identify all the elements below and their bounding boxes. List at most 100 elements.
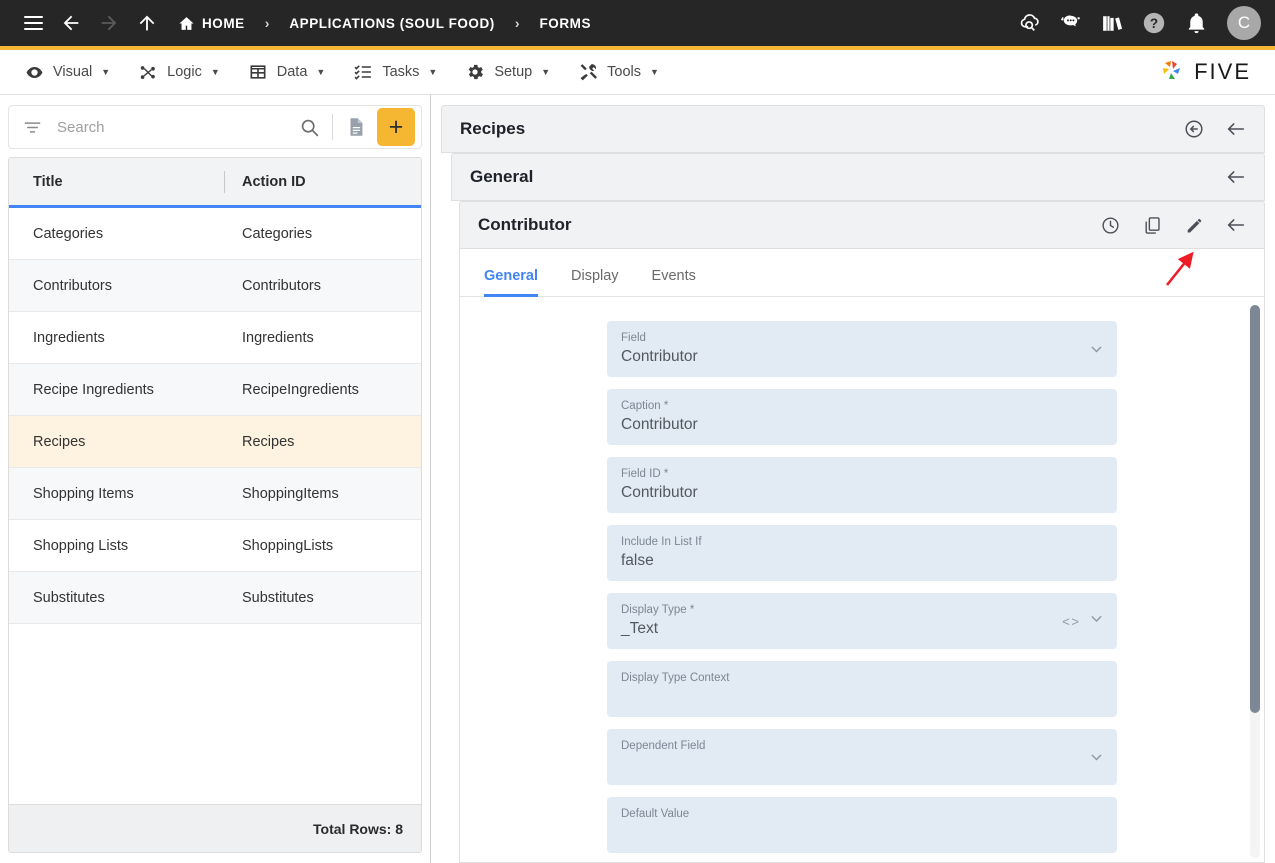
breadcrumb: HOME › APPLICATIONS (SOUL FOOD) › FORMS xyxy=(172,11,597,36)
table-row[interactable]: Contributors Contributors xyxy=(9,260,421,312)
copy-icon[interactable] xyxy=(1132,206,1172,244)
grid-footer-total-rows: Total Rows: 8 xyxy=(9,804,421,852)
panel-header-recipes: Recipes xyxy=(441,105,1265,153)
menu-item-logic[interactable]: Logic ▼ xyxy=(124,56,234,88)
cell-title: Recipe Ingredients xyxy=(33,381,154,398)
panel-actions xyxy=(1216,158,1256,196)
field-value: _Text xyxy=(621,620,659,637)
field-value: Contributor xyxy=(621,416,698,433)
filter-icon[interactable] xyxy=(23,118,43,137)
library-books-icon[interactable] xyxy=(1095,6,1129,40)
field-label: Caption * xyxy=(621,400,669,412)
search-input[interactable] xyxy=(43,118,294,136)
cell-title: Substitutes xyxy=(33,589,105,606)
collapse-arrow-icon[interactable] xyxy=(1216,110,1256,148)
form-field-display-type-context[interactable]: Display Type Context xyxy=(607,661,1117,717)
breadcrumb-label: FORMS xyxy=(539,15,591,31)
menu-item-visual[interactable]: Visual ▼ xyxy=(10,56,124,88)
arrow-right-icon xyxy=(101,15,117,31)
table-row-selected[interactable]: Recipes Recipes xyxy=(9,416,421,468)
vertical-scrollbar[interactable] xyxy=(1250,305,1260,858)
hamburger-icon xyxy=(23,16,43,30)
table-row[interactable]: Recipe Ingredients RecipeIngredients xyxy=(9,364,421,416)
chevron-down-icon: ▼ xyxy=(428,67,438,77)
cell-action-id: Contributors xyxy=(242,277,321,294)
add-form-button[interactable]: + xyxy=(377,108,415,146)
breadcrumb-item-applications[interactable]: APPLICATIONS (SOUL FOOD) xyxy=(283,12,500,35)
code-icon[interactable]: < > xyxy=(1062,614,1079,629)
form-field-dependent-field[interactable]: Dependent Field xyxy=(607,729,1117,785)
revert-circle-icon[interactable] xyxy=(1174,110,1214,148)
arrow-left-icon xyxy=(63,15,79,31)
tab-display[interactable]: Display xyxy=(571,268,633,296)
form-field-field-id[interactable]: Field ID * Contributor xyxy=(607,457,1117,513)
form-field-include-in-list-if[interactable]: Include In List If false xyxy=(607,525,1117,581)
breadcrumb-item-forms[interactable]: FORMS xyxy=(534,12,598,35)
table-row[interactable]: Shopping Items ShoppingItems xyxy=(9,468,421,520)
cell-action-id: RecipeIngredients xyxy=(242,381,359,398)
form-field-caption[interactable]: Caption * Contributor xyxy=(607,389,1117,445)
back-button[interactable] xyxy=(52,4,90,42)
table-grid-icon xyxy=(248,62,268,82)
chevron-down-icon[interactable] xyxy=(1088,341,1105,358)
chevron-down-icon: ▼ xyxy=(210,67,220,77)
cell-action-id: Recipes xyxy=(242,433,295,450)
cell-action-id: Substitutes xyxy=(242,589,314,606)
field-label: Display Type * xyxy=(621,604,695,616)
form-scroll-area: Field Contributor Caption * Contributor … xyxy=(460,297,1264,862)
hamburger-menu-button[interactable] xyxy=(14,4,52,42)
menu-item-data[interactable]: Data ▼ xyxy=(234,56,340,88)
form-field-field[interactable]: Field Contributor xyxy=(607,321,1117,377)
panel-header-general: General xyxy=(451,153,1265,201)
table-row[interactable]: Ingredients Ingredients xyxy=(9,312,421,364)
tab-general[interactable]: General xyxy=(484,268,552,297)
column-header-action-id[interactable]: Action ID xyxy=(225,174,421,190)
cell-action-id: ShoppingLists xyxy=(242,537,334,554)
svg-text:?: ? xyxy=(1150,16,1158,31)
scrollbar-thumb[interactable] xyxy=(1250,305,1260,713)
menu-item-tasks[interactable]: Tasks ▼ xyxy=(339,56,451,88)
home-icon xyxy=(179,16,194,30)
table-row[interactable]: Categories Categories xyxy=(9,208,421,260)
panel-title: Recipes xyxy=(460,119,526,138)
form-field-display-type[interactable]: Display Type * _Text < > xyxy=(607,593,1117,649)
search-icon[interactable] xyxy=(294,112,324,142)
grid-header-row: Title Action ID xyxy=(9,158,421,208)
cell-title: Ingredients xyxy=(33,329,105,346)
chatbot-icon[interactable] xyxy=(1053,6,1087,40)
chevron-down-icon[interactable] xyxy=(1088,749,1105,766)
chevron-down-icon: ▼ xyxy=(541,67,551,77)
field-label: Field xyxy=(621,332,646,344)
user-avatar[interactable]: C xyxy=(1227,6,1261,40)
menu-item-setup[interactable]: Setup ▼ xyxy=(451,56,564,88)
menu-label: Data xyxy=(276,64,308,80)
field-value: Contributor xyxy=(621,484,698,501)
forward-button[interactable] xyxy=(90,4,128,42)
search-bar: + xyxy=(8,105,422,149)
collapse-arrow-icon[interactable] xyxy=(1216,158,1256,196)
menu-label: Tools xyxy=(607,64,641,80)
up-level-button[interactable] xyxy=(128,4,166,42)
cloud-search-icon[interactable] xyxy=(1011,6,1045,40)
tab-events[interactable]: Events xyxy=(652,268,710,296)
form-field-default-value[interactable]: Default Value xyxy=(607,797,1117,853)
form-fields: Field Contributor Caption * Contributor … xyxy=(607,321,1117,853)
table-row[interactable]: Substitutes Substitutes xyxy=(9,572,421,624)
help-icon[interactable]: ? xyxy=(1137,6,1171,40)
chevron-down-icon: ▼ xyxy=(650,67,659,77)
edit-pencil-icon[interactable] xyxy=(1174,206,1214,244)
document-icon[interactable] xyxy=(341,112,371,142)
history-clock-icon[interactable] xyxy=(1090,206,1130,244)
breadcrumb-item-home[interactable]: HOME xyxy=(172,11,251,36)
table-row[interactable]: Shopping Lists ShoppingLists xyxy=(9,520,421,572)
field-value xyxy=(621,822,1073,844)
notifications-bell-icon[interactable] xyxy=(1179,6,1213,40)
menu-item-tools[interactable]: Tools ▼ xyxy=(564,56,673,88)
brand-logo: FIVE xyxy=(1156,57,1265,87)
five-pinwheel-icon xyxy=(1163,61,1181,79)
column-header-title[interactable]: Title xyxy=(9,174,224,190)
field-label: Include In List If xyxy=(621,536,702,548)
collapse-arrow-icon[interactable] xyxy=(1216,206,1256,244)
chevron-down-icon[interactable] xyxy=(1088,610,1105,632)
panel-title: Contributor xyxy=(478,215,572,234)
